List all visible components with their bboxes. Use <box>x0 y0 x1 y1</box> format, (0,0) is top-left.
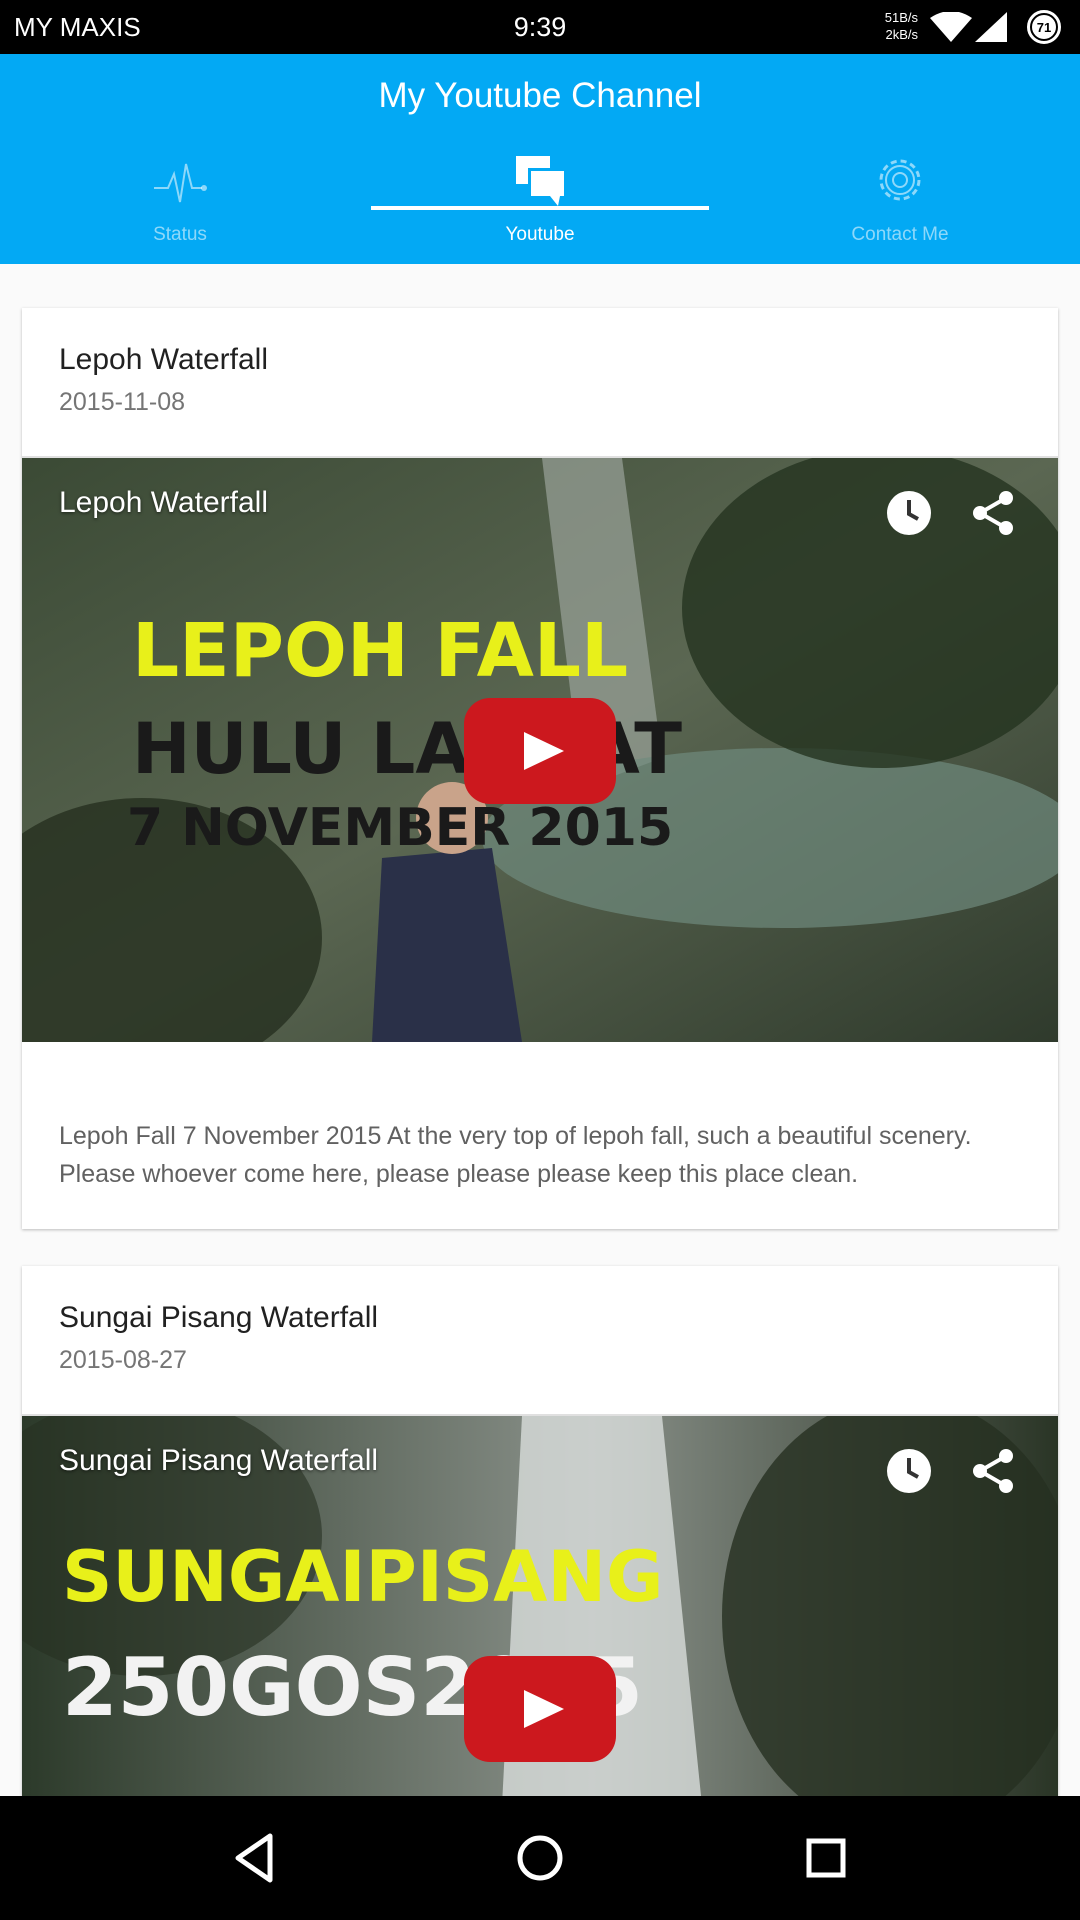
video-title: Sungai Pisang Waterfall <box>59 1301 379 1334</box>
video-card[interactable]: Lepoh Waterfall 2015-11-08 Lepoh Waterfa… <box>22 308 1058 1229</box>
video-title: Lepoh Waterfall <box>59 343 269 376</box>
tab-contact-label: Contact Me <box>851 224 949 245</box>
thumbnail-title: Sungai Pisang Waterfall <box>59 1444 379 1477</box>
share-icon[interactable] <box>968 1446 1018 1496</box>
video-date: 2015-11-08 <box>59 388 186 416</box>
thumbnail-text-line1: LEPOH FALL <box>132 608 629 694</box>
app-bar: My Youtube Channel Status Youtube Contac… <box>0 54 1080 264</box>
navigation-bar <box>0 1796 1080 1920</box>
app-title: My Youtube Channel <box>378 76 702 115</box>
pulse-icon <box>154 163 207 203</box>
thumbnail-title: Lepoh Waterfall <box>59 486 269 519</box>
card-header: Sungai Pisang Waterfall 2015-08-27 <box>22 1266 1058 1416</box>
wifi-icon <box>930 12 972 42</box>
tab-status-label: Status <box>153 224 207 245</box>
tab-youtube-label: Youtube <box>505 224 575 245</box>
clock: 9:39 <box>513 12 567 42</box>
video-list[interactable]: Lepoh Waterfall 2015-11-08 Lepoh Waterfa… <box>0 264 1080 1796</box>
upload-speed: 51B/s <box>884 10 918 25</box>
video-date: 2015-08-27 <box>59 1346 187 1374</box>
play-button[interactable] <box>464 1656 616 1762</box>
thumbnail-text-line1: SUNGAIPISANG <box>62 1536 664 1618</box>
signal-icon <box>975 12 1007 42</box>
gear-icon <box>879 159 921 201</box>
play-button[interactable] <box>464 698 616 804</box>
video-card[interactable]: Sungai Pisang Waterfall 2015-08-27 Sunga… <box>22 1266 1058 1796</box>
battery-icon: 71 <box>1027 10 1061 44</box>
back-icon[interactable] <box>224 1828 284 1888</box>
watch-later-icon[interactable] <box>884 1446 934 1496</box>
download-speed: 2kB/s <box>885 27 918 42</box>
tab-indicator <box>371 206 709 210</box>
chat-bubbles-icon <box>516 156 564 206</box>
battery-level: 71 <box>1032 15 1056 39</box>
video-description: Lepoh Fall 7 November 2015 At the very t… <box>59 1122 972 1188</box>
network-speed: 51B/s 2kB/s <box>874 9 918 43</box>
share-icon[interactable] <box>968 488 1018 538</box>
video-thumbnail[interactable]: Sungai Pisang Waterfall SUNGAIPISANG 250… <box>22 1416 1058 1796</box>
tab-status[interactable]: Status <box>0 154 360 264</box>
watch-later-icon[interactable] <box>884 488 934 538</box>
card-header: Lepoh Waterfall 2015-11-08 <box>22 308 1058 458</box>
home-icon[interactable] <box>510 1828 570 1888</box>
tab-contact[interactable]: Contact Me <box>720 154 1080 264</box>
video-thumbnail[interactable]: Lepoh Waterfall LEPOH FALL HULU LANGAT 7… <box>22 458 1058 1042</box>
thumbnail-text-line3: 7 NOVEMBER 2015 <box>127 798 674 858</box>
status-bar: MY MAXIS 9:39 51B/s 2kB/s 71 <box>0 0 1080 54</box>
recents-icon[interactable] <box>796 1828 856 1888</box>
